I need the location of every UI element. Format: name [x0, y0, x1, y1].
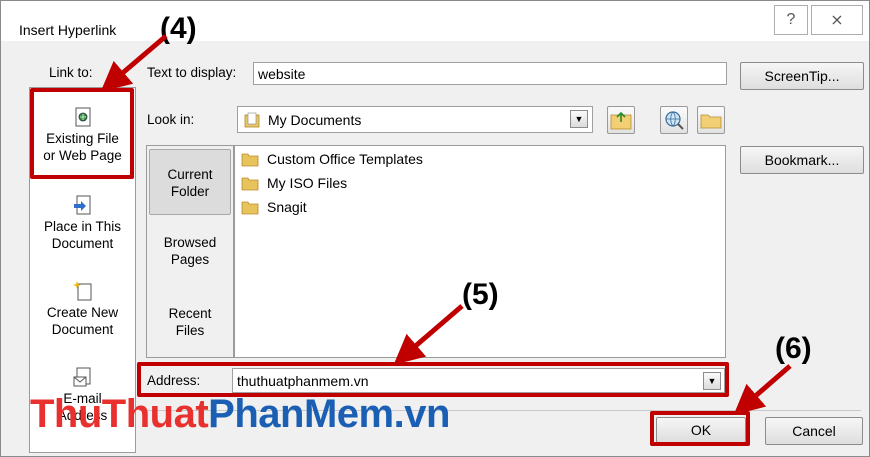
address-label: Address: — [147, 373, 201, 388]
close-icon: ⨯ — [830, 12, 844, 29]
step-5-label: (5) — [462, 278, 499, 311]
link-item-existing-file-line2: or Web Page — [43, 148, 122, 163]
tab-browsed-pages[interactable]: Browsed Pages — [149, 234, 231, 268]
cancel-button[interactable]: Cancel — [765, 417, 863, 445]
link-item-create-line2: Document — [51, 322, 114, 337]
file-name: My ISO Files — [267, 175, 348, 191]
step-6-label: (6) — [775, 332, 812, 365]
list-item[interactable]: Custom Office Templates — [241, 148, 423, 170]
link-item-place-line1: Place in This — [43, 219, 122, 234]
open-folder-icon — [700, 114, 722, 129]
documents-folder-icon — [244, 112, 260, 128]
tab-current-folder[interactable]: Current Folder — [149, 149, 231, 215]
help-button[interactable]: ? — [774, 5, 808, 35]
file-list: Custom Office Templates My ISO Files Sna… — [234, 145, 726, 358]
watermark-logo: ThuThuatPhanMem.vn — [30, 392, 450, 437]
look-in-dropdown[interactable]: ▼ — [570, 110, 588, 128]
folder-icon — [241, 153, 259, 166]
tab-recent-files-line1: Recent — [168, 306, 212, 321]
browse-web-button[interactable] — [660, 106, 688, 134]
title-bar: Insert Hyperlink ? ⨯ — [1, 1, 869, 41]
folder-icon — [241, 177, 259, 190]
tab-browsed-pages-line1: Browsed — [163, 235, 217, 250]
address-value: thuthuatphanmem.vn — [237, 372, 369, 389]
list-item[interactable]: My ISO Files — [241, 172, 347, 194]
email-icon — [73, 367, 90, 387]
list-item[interactable]: Snagit — [241, 196, 307, 218]
link-item-create-line1: Create New — [46, 305, 119, 320]
dialog-title: Insert Hyperlink — [19, 22, 117, 38]
link-to-label: Link to: — [49, 65, 93, 80]
watermark-part1: ThuThuat — [30, 392, 209, 436]
help-icon: ? — [786, 11, 796, 28]
address-input[interactable]: thuthuatphanmem.vn ▼ — [232, 368, 725, 393]
folder-icon — [241, 201, 259, 214]
chevron-down-icon: ▼ — [574, 114, 584, 124]
link-item-create-new[interactable]: Create New Document — [30, 280, 135, 338]
close-button[interactable]: ⨯ — [811, 5, 863, 35]
look-in-label: Look in: — [147, 112, 195, 127]
tab-recent-files[interactable]: Recent Files — [149, 305, 231, 339]
file-name: Snagit — [267, 199, 307, 215]
step-4-label: (4) — [160, 12, 197, 45]
tab-recent-files-line2: Files — [175, 323, 205, 338]
browse-web-icon — [665, 111, 684, 130]
up-folder-icon — [610, 111, 632, 130]
tab-browsed-pages-line2: Pages — [170, 252, 210, 267]
link-item-place-line2: Document — [51, 236, 114, 251]
bookmark-button[interactable]: Bookmark... — [740, 146, 864, 174]
address-dropdown[interactable]: ▼ — [703, 372, 721, 390]
up-one-folder-button[interactable] — [607, 106, 635, 134]
tab-current-folder-line2: Folder — [170, 184, 210, 199]
tab-current-folder-line1: Current — [167, 167, 213, 182]
existing-file-icon — [75, 107, 90, 127]
create-new-document-icon — [72, 281, 91, 301]
look-in-value: My Documents — [268, 111, 362, 128]
chevron-down-icon: ▼ — [707, 376, 717, 386]
insert-hyperlink-dialog: Insert Hyperlink ? ⨯ Link to: Existing F… — [0, 0, 870, 457]
text-to-display-input[interactable]: website — [253, 62, 727, 85]
place-in-document-icon — [73, 195, 90, 215]
link-item-place-in-document[interactable]: Place in This Document — [30, 194, 135, 252]
screentip-button[interactable]: ScreenTip... — [740, 62, 864, 90]
text-to-display-label: Text to display: — [147, 65, 237, 80]
watermark-part3: .vn — [393, 392, 451, 436]
link-item-existing-file[interactable]: Existing File or Web Page — [30, 106, 135, 164]
ok-button[interactable]: OK — [656, 417, 746, 443]
look-in-combo[interactable]: My Documents ▼ — [237, 106, 593, 133]
watermark-part2: PhanMem — [208, 392, 394, 436]
link-item-existing-file-line1: Existing File — [46, 131, 119, 146]
browse-tabs: Current Folder Browsed Pages Recent File… — [146, 145, 234, 358]
text-to-display-value: website — [258, 65, 306, 82]
browse-file-button[interactable] — [697, 106, 725, 134]
file-name: Custom Office Templates — [267, 151, 423, 167]
